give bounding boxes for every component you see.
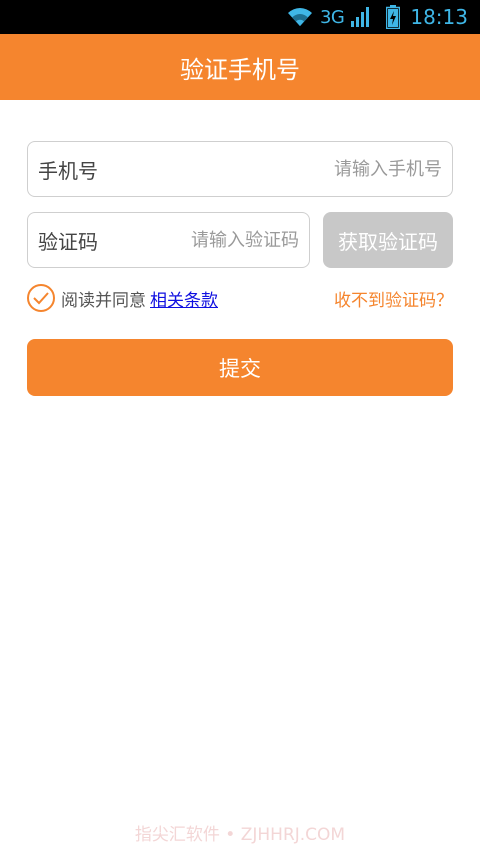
code-input[interactable] — [149, 229, 299, 251]
status-icons: 3G 18:13 — [286, 0, 468, 34]
code-field-label: 验证码 — [38, 229, 98, 254]
check-icon — [33, 292, 49, 305]
no-code-link[interactable]: 收不到验证码？ — [334, 286, 453, 311]
signal-icon — [350, 6, 370, 28]
terms-link[interactable]: 相关条款 — [150, 286, 218, 311]
phone-field-label: 手机号 — [38, 158, 98, 183]
code-field[interactable]: 验证码 — [27, 212, 310, 268]
app-header: 验证手机号 — [0, 34, 480, 100]
network-type-label: 3G — [319, 6, 345, 28]
phone-input[interactable] — [192, 158, 442, 180]
page-title: 验证手机号 — [180, 55, 300, 84]
get-code-button[interactable]: 获取验证码 — [323, 212, 453, 268]
status-bar: 3G 18:13 — [0, 0, 480, 34]
battery-charging-icon — [386, 5, 401, 29]
watermark: 指尖汇软件 • ZJHHRJ.COM — [134, 825, 346, 845]
agreement-row: 阅读并同意 相关条款 — [27, 284, 218, 312]
wifi-icon — [286, 6, 314, 28]
agree-checkbox[interactable] — [27, 284, 55, 312]
phone-field[interactable]: 手机号 — [27, 141, 453, 197]
agree-text: 阅读并同意 — [61, 290, 146, 311]
submit-button[interactable]: 提交 — [27, 339, 453, 396]
clock: 18:13 — [410, 5, 468, 29]
